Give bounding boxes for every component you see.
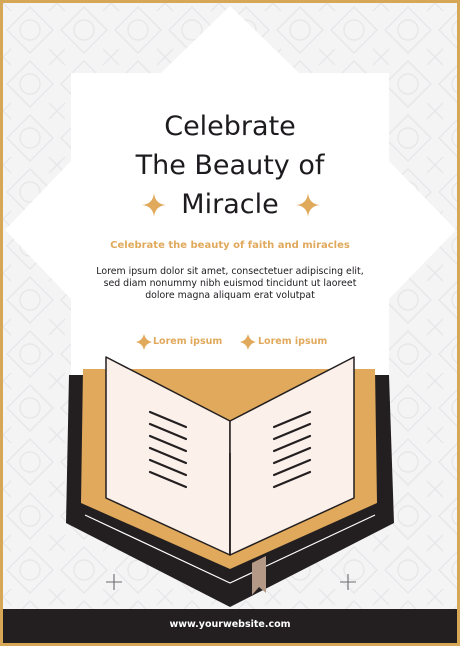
poster: Celebrate The Beauty of Miracle Celebrat… [0, 0, 460, 646]
cross-sparkle-icon [340, 574, 356, 590]
website-link[interactable]: www.yourwebsite.com [3, 619, 457, 630]
cross-sparkle-icon [106, 574, 122, 590]
open-book-illustration [66, 356, 394, 607]
